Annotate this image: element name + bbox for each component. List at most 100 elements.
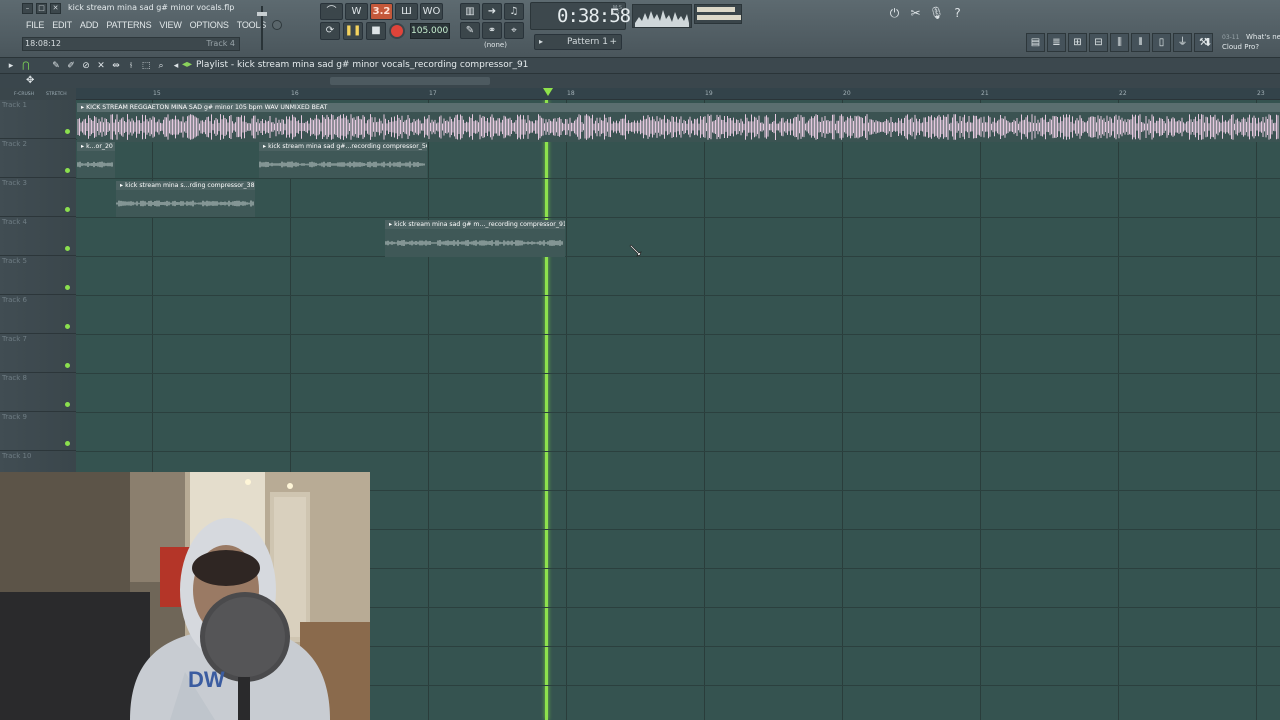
menu-add[interactable]: ADD xyxy=(76,18,102,32)
stop-icon[interactable]: ■ xyxy=(366,22,386,40)
hint-track: Track 4 xyxy=(206,39,235,48)
pencil-icon[interactable]: ✎ xyxy=(460,22,480,39)
add-pattern-button[interactable]: + xyxy=(609,35,617,49)
master-pitch-knob[interactable] xyxy=(272,20,282,30)
menu-edit[interactable]: EDIT xyxy=(48,18,76,32)
magnet-snap-icon[interactable]: ⋂ xyxy=(19,59,33,73)
channel-rack-icon[interactable]: ≣ xyxy=(1047,33,1066,52)
paint-tool-icon[interactable]: ✐ xyxy=(64,59,78,73)
menu-patterns[interactable]: PATTERNS xyxy=(102,18,155,32)
beat-clip[interactable]: ▸ KICK STREAM REGGAETON MINA SAD g# mino… xyxy=(77,103,1280,142)
cut-icon[interactable]: ✂ xyxy=(907,4,924,22)
mixer-icon[interactable]: ⫼ xyxy=(1110,33,1129,52)
track-name: Track 10 xyxy=(2,452,32,460)
menu-view[interactable]: VIEW xyxy=(155,18,185,32)
record-icon[interactable] xyxy=(391,25,403,37)
pattern-arrow-icon: ▸ xyxy=(539,37,544,46)
bell-icon[interactable]: ♫ xyxy=(504,3,524,20)
close-button[interactable]: ✕ xyxy=(50,3,61,14)
loop-mode-icon[interactable]: ⟳ xyxy=(320,22,340,40)
blend-notes-button[interactable]: WO xyxy=(420,3,443,20)
vocal-clip-track2b[interactable]: ▸ kick stream mina sad g#...recording co… xyxy=(259,142,427,178)
track-name: Track 5 xyxy=(2,257,27,265)
track-name: Track 7 xyxy=(2,335,27,343)
master-volume-slider[interactable] xyxy=(257,6,267,50)
download-icon[interactable]: ⬇ xyxy=(1200,33,1216,52)
menu-arrow-icon[interactable]: ▸ xyxy=(4,59,18,73)
help-icon[interactable]: ? xyxy=(949,4,966,22)
song-position-display[interactable]: 0:38:58 M:S CS xyxy=(530,2,631,30)
track-mute-led[interactable] xyxy=(65,207,70,212)
magnet-icon[interactable]: ⌖ xyxy=(504,22,524,39)
track-mute-led[interactable] xyxy=(65,441,70,446)
piano-roll-icon[interactable]: ⊞ xyxy=(1068,33,1087,52)
menu-options[interactable]: OPTIONS xyxy=(186,18,233,32)
slice-tool-icon[interactable]: ⫮ xyxy=(124,59,138,73)
pause-icon[interactable]: ❚❚ xyxy=(343,22,363,40)
track-mute-led[interactable] xyxy=(65,285,70,290)
maximize-button[interactable]: □ xyxy=(36,3,47,14)
tempo-display[interactable]: 105.000 xyxy=(410,23,450,39)
playback-tool-icon[interactable]: ◂ xyxy=(169,59,183,73)
track-header-6[interactable]: Track 6 xyxy=(0,295,76,334)
piano-icon[interactable]: ▥ xyxy=(460,3,480,20)
playlist-icon[interactable]: ▤ xyxy=(1026,33,1045,52)
track-name: Track 6 xyxy=(2,296,27,304)
vocal-clip-track3[interactable]: ▸ kick stream mina s...rding compressor_… xyxy=(116,181,255,217)
scrollbar-thumb[interactable] xyxy=(330,77,490,85)
mute-tool-icon[interactable]: ✕ xyxy=(94,59,108,73)
plug-icon[interactable]: ⏚ xyxy=(1173,33,1192,52)
vocal-clip-track2a[interactable]: ▸ k...or_20 xyxy=(77,142,115,178)
track-header-2[interactable]: Track 2 xyxy=(0,139,76,178)
playhead-marker-icon[interactable] xyxy=(543,88,553,96)
microphone-icon[interactable]: 🎙 xyxy=(928,4,945,22)
power-icon[interactable]: ⏻ xyxy=(886,4,903,22)
track-header-5[interactable]: Track 5 xyxy=(0,256,76,295)
select-tool-icon[interactable]: ⬚ xyxy=(139,59,153,73)
step-edit-button[interactable]: Ш xyxy=(395,3,418,20)
plugin-icon[interactable]: ▯ xyxy=(1152,33,1171,52)
track-mute-led[interactable] xyxy=(65,246,70,251)
track-mute-led[interactable] xyxy=(65,129,70,134)
delete-tool-icon[interactable]: ⊘ xyxy=(79,59,93,73)
track-mute-led[interactable] xyxy=(65,168,70,173)
zoom-tool-icon[interactable]: ⌕ xyxy=(154,59,168,73)
link-icon[interactable]: ⚭ xyxy=(482,22,502,39)
track-header-1[interactable]: Track 1 xyxy=(0,100,76,139)
blank-icon xyxy=(34,59,48,73)
pattern-selector[interactable]: ▸ Pattern 1 + xyxy=(534,34,622,50)
horizontal-scrollbar[interactable]: ✥ xyxy=(0,74,1280,88)
wait-for-input-button[interactable]: W xyxy=(345,3,368,20)
countdown-button[interactable]: 3.2 xyxy=(370,3,393,20)
channel-icon[interactable]: ⫴ xyxy=(1131,33,1150,52)
transport-options: ⌒ W 3.2 Ш WO xyxy=(320,3,443,20)
browser-icon[interactable]: ⊟ xyxy=(1089,33,1108,52)
track-gridline xyxy=(76,295,1280,296)
arrow-right-icon[interactable]: ➜ xyxy=(482,3,502,20)
track-mute-led[interactable] xyxy=(65,363,70,368)
track-header-3[interactable]: Track 3 xyxy=(0,178,76,217)
minimize-button[interactable]: – xyxy=(22,3,33,14)
master-volume-handle[interactable] xyxy=(257,12,267,16)
menu-file[interactable]: FILE xyxy=(22,18,48,32)
track-header-8[interactable]: Track 8 xyxy=(0,373,76,412)
track-header-7[interactable]: Track 7 xyxy=(0,334,76,373)
transport-controls: ⟳ ❚❚ ■ 105.000 xyxy=(320,22,450,40)
track-gridline xyxy=(76,256,1280,257)
news-panel[interactable]: ⬇ 03-11 What's new Cloud Pro? xyxy=(1200,33,1280,52)
track-mute-led[interactable] xyxy=(65,324,70,329)
metronome-button[interactable]: ⌒ xyxy=(320,3,343,20)
track-mute-led[interactable] xyxy=(65,402,70,407)
main-toolbar: – □ ✕ kick stream mina sad g# minor voca… xyxy=(0,0,1280,58)
track-header-4[interactable]: Track 4 xyxy=(0,217,76,256)
track-header-9[interactable]: Track 9 xyxy=(0,412,76,451)
zoom-icon[interactable]: ✥ xyxy=(26,75,34,86)
draw-tool-icon[interactable]: ✎ xyxy=(49,59,63,73)
waveform xyxy=(77,114,1279,140)
vocal-clip-track4[interactable]: ▸ kick stream mina sad g# m..._recording… xyxy=(385,220,565,257)
slip-tool-icon[interactable]: ⇹ xyxy=(109,59,123,73)
waveform xyxy=(116,200,254,207)
snap-selector[interactable]: (none) xyxy=(484,41,507,49)
timeline-ruler[interactable]: 15 16 17 18 19 20 21 22 23 xyxy=(76,88,1280,100)
bar-number: 18 xyxy=(567,90,575,97)
